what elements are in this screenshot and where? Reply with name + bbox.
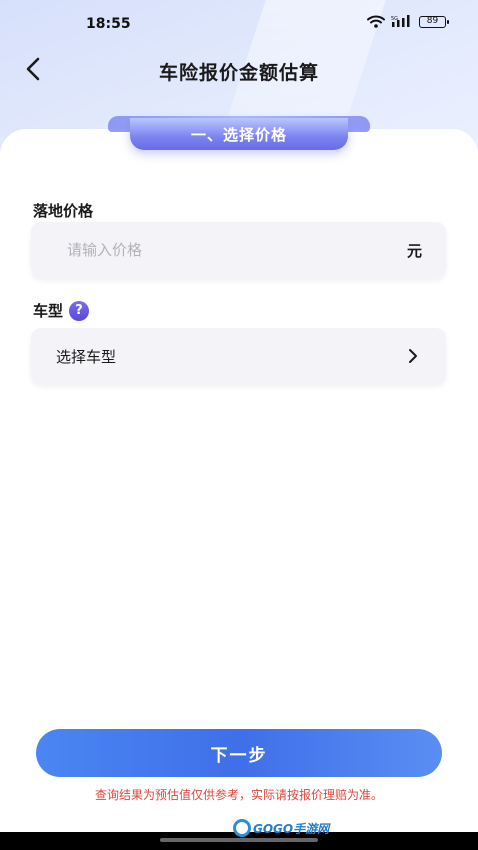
- price-unit: 元: [406, 242, 422, 260]
- model-selector[interactable]: 选择车型: [31, 328, 446, 384]
- signal-icon: 5G: [391, 15, 413, 28]
- watermark-logo: GOGO手游网: [233, 819, 329, 837]
- status-time: 18:55: [86, 16, 131, 32]
- home-indicator[interactable]: [160, 838, 318, 842]
- price-input[interactable]: [67, 239, 367, 261]
- next-button[interactable]: 下一步: [36, 729, 442, 777]
- model-label: 车型: [33, 302, 64, 320]
- chevron-right-icon: [409, 349, 417, 363]
- status-bar: 18:55 5G 89: [0, 0, 478, 46]
- wifi-icon: [367, 15, 385, 28]
- price-label: 落地价格: [33, 202, 94, 220]
- watermark-text: GOGO手游网: [253, 821, 330, 836]
- model-value: 选择车型: [56, 348, 117, 366]
- battery-icon: 89: [419, 15, 449, 28]
- price-field[interactable]: 元: [31, 222, 446, 278]
- section-ribbon: 一、选择价格: [130, 118, 348, 150]
- model-label-row: 车型 ?: [33, 300, 90, 321]
- help-icon[interactable]: ?: [69, 300, 90, 321]
- disclaimer-text: 查询结果为预估值仅供参考，实际请按报价理赔为准。: [94, 788, 383, 802]
- page-title: 车险报价金额估算: [158, 62, 319, 84]
- section-label: 一、选择价格: [190, 125, 287, 144]
- watermark-icon: [233, 819, 251, 837]
- status-icons: 5G 89: [367, 15, 449, 28]
